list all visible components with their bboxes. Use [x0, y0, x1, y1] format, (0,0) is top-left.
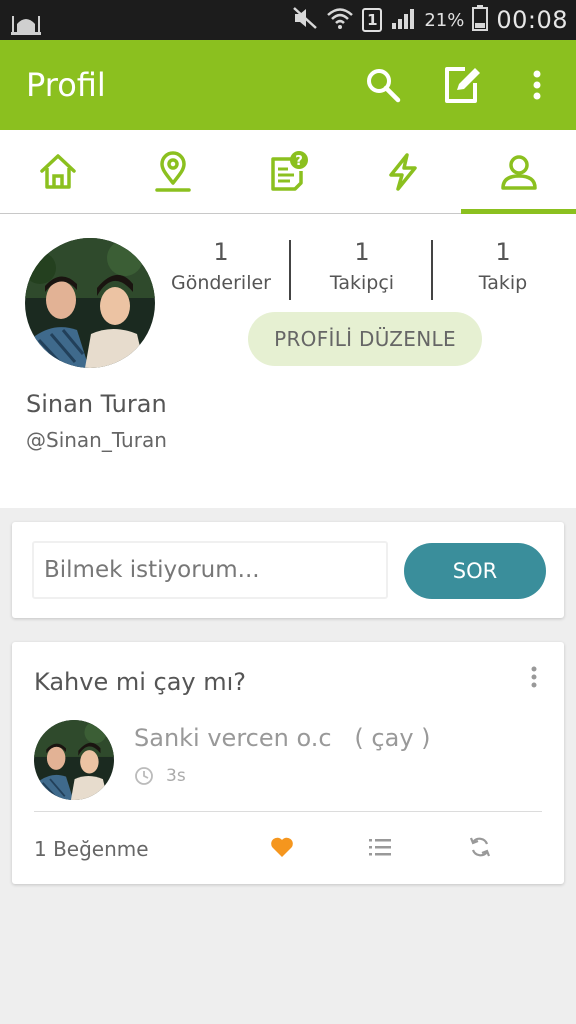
tab-activity[interactable]: [345, 130, 460, 214]
answer-avatar[interactable]: [34, 720, 114, 800]
following-count: 1: [495, 238, 511, 266]
answer-time-text: 3s: [166, 766, 186, 786]
battery-icon: [472, 4, 489, 36]
following-label: Takip: [478, 272, 528, 294]
wifi-icon: [326, 6, 354, 35]
followers-label: Takipçi: [329, 272, 395, 294]
location-pin-icon: [154, 151, 191, 192]
divider: [34, 811, 542, 812]
profile-handle: @Sinan_Turan: [26, 428, 167, 452]
search-icon: [367, 69, 401, 103]
lightning-icon: [388, 153, 417, 191]
profile-name: Sinan Turan: [26, 390, 167, 418]
like-button[interactable]: [264, 830, 300, 864]
question-list-icon: ?: [270, 151, 308, 191]
answer-time: 3s: [134, 766, 186, 786]
ask-input[interactable]: Bilmek istiyorum...: [32, 541, 388, 599]
more-options-button[interactable]: [514, 62, 560, 108]
profile-avatar[interactable]: [25, 238, 155, 368]
posts-label: Gönderiler: [170, 272, 271, 294]
ask-submit-button[interactable]: SOR: [404, 543, 546, 599]
compose-button[interactable]: [438, 62, 484, 108]
battery-percent: 21%: [424, 9, 465, 31]
stat-following[interactable]: 1 Takip: [433, 238, 573, 294]
tab-profile[interactable]: [461, 130, 576, 214]
stat-divider: [289, 240, 291, 300]
mosque-icon: [10, 6, 42, 41]
clock-icon: [135, 767, 153, 785]
answer-text: Sanki vercen o.c ( çay ): [134, 724, 431, 752]
profile-header: 1 Gönderiler 1 Takipçi 1 Takip PROFİLİ D…: [0, 214, 576, 508]
page-title: Profil: [26, 66, 106, 104]
heart-icon: [271, 837, 293, 857]
svg-text:?: ?: [295, 154, 303, 169]
list-icon: [369, 839, 391, 856]
followers-count: 1: [354, 238, 370, 266]
tab-home[interactable]: [0, 130, 115, 214]
ask-card: Bilmek istiyorum... SOR: [12, 522, 564, 618]
question-text[interactable]: Kahve mi çay mı?: [34, 668, 246, 696]
stat-followers[interactable]: 1 Takipçi: [292, 238, 432, 294]
edit-icon: [445, 67, 480, 103]
home-icon: [39, 154, 76, 189]
stat-posts[interactable]: 1 Gönderiler: [151, 238, 291, 294]
sim-indicator: 1: [362, 8, 383, 32]
search-button[interactable]: [360, 62, 406, 108]
mute-icon: [292, 6, 318, 35]
share-button[interactable]: [462, 830, 498, 864]
likes-count[interactable]: 1 Beğenme: [34, 837, 149, 861]
list-button[interactable]: [362, 830, 398, 864]
more-vert-icon: [531, 666, 537, 688]
app-bar: Profil: [0, 40, 576, 130]
signal-icon: [390, 6, 416, 35]
status-bar: 1 21% 00:08: [0, 0, 576, 40]
posts-count: 1: [213, 238, 229, 266]
profile-icon: [500, 155, 537, 190]
tab-nearby[interactable]: [115, 130, 230, 214]
refresh-icon: [469, 837, 491, 857]
clock: 00:08: [496, 6, 568, 34]
question-card: Kahve mi çay mı? Sanki vercen o.c ( çay …: [12, 642, 564, 884]
tab-bar: ?: [0, 130, 576, 214]
edit-profile-button[interactable]: PROFİLİ DÜZENLE: [248, 312, 482, 366]
tab-questions[interactable]: ?: [230, 130, 345, 214]
post-more-button[interactable]: [522, 662, 546, 692]
more-vert-icon: [533, 70, 541, 100]
